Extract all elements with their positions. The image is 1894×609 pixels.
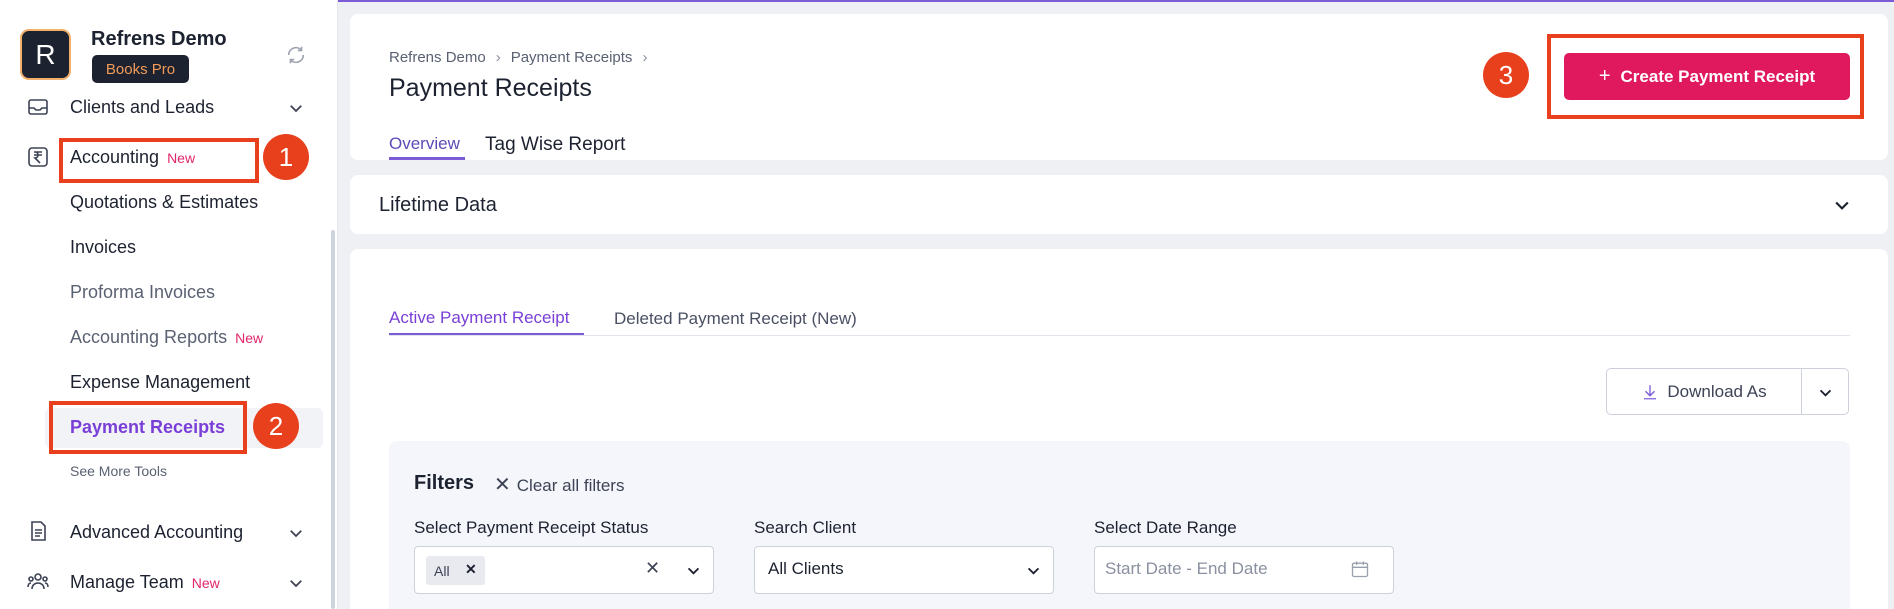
team-icon [27, 573, 49, 590]
org-avatar[interactable]: R [20, 29, 71, 80]
download-icon [1644, 384, 1657, 399]
document-icon [31, 521, 46, 541]
sidebar-item-accounting-reports[interactable]: Accounting Reports New [70, 327, 263, 348]
button-label: Clear all filters [516, 476, 625, 495]
sidebar-item-invoices[interactable]: Invoices [70, 237, 136, 258]
filters-title: Filters [414, 472, 475, 494]
chevron-down-icon[interactable] [287, 99, 305, 117]
breadcrumb-item[interactable]: Refrens Demo [389, 49, 486, 66]
date-range-placeholder: Start Date - End Date [1105, 559, 1268, 578]
breadcrumb-separator-icon: › [495, 49, 501, 66]
calendar-icon[interactable] [1350, 559, 1370, 579]
remove-chip-icon[interactable]: ✕ [465, 561, 477, 578]
highlight-box-create-button [1547, 34, 1864, 119]
status-filter-label: Select Payment Receipt Status [414, 518, 649, 537]
plan-badge: Books Pro [92, 55, 189, 83]
clear-all-filters-button[interactable]: ✕ Clear all filters [494, 472, 624, 497]
tab-tag-wise-report[interactable]: Tag Wise Report [485, 134, 625, 156]
see-more-tools-link[interactable]: See More Tools [70, 463, 167, 479]
chevron-down-icon[interactable] [1025, 562, 1042, 579]
sidebar-item-proforma-invoices[interactable]: Proforma Invoices [70, 282, 215, 303]
sync-icon[interactable] [285, 44, 307, 66]
date-range-label: Select Date Range [1094, 518, 1237, 537]
clear-select-icon[interactable]: ✕ [645, 558, 660, 579]
chevron-down-icon [1819, 389, 1832, 397]
sidebar-item-label: Accounting Reports [70, 327, 228, 347]
rupee-icon [28, 147, 48, 167]
tab-active-indicator [389, 157, 465, 160]
lifetime-data-label: Lifetime Data [379, 194, 497, 216]
close-icon: ✕ [494, 474, 511, 496]
tab-overview[interactable]: Overview [389, 134, 460, 154]
breadcrumb-item[interactable]: Payment Receipts [511, 49, 633, 66]
page-title: Payment Receipts [389, 74, 592, 102]
tab-active-payment-receipt[interactable]: Active Payment Receipt [389, 308, 569, 328]
sidebar-item-label: Manage Team [70, 572, 184, 592]
breadcrumb: Refrens Demo › Payment Receipts › [389, 49, 657, 66]
new-badge: New [235, 330, 264, 346]
download-as-button[interactable]: Download As [1606, 368, 1802, 415]
tab-active-indicator [389, 333, 584, 335]
org-name: Refrens Demo [91, 28, 227, 50]
step-number-badge: 3 [1483, 52, 1529, 98]
highlight-box-payment-receipts [49, 401, 247, 454]
download-options-dropdown[interactable] [1801, 368, 1849, 415]
sidebar-item-expense-management[interactable]: Expense Management [70, 372, 250, 393]
chevron-down-icon[interactable] [685, 562, 702, 579]
breadcrumb-separator-icon: › [642, 49, 648, 66]
sidebar-item-advanced-accounting[interactable]: Advanced Accounting [70, 522, 243, 543]
sidebar-item-quotations[interactable]: Quotations & Estimates [70, 192, 258, 213]
tabs-divider [389, 335, 1850, 336]
lifetime-data-card[interactable] [350, 175, 1888, 234]
step-number-badge: 1 [263, 134, 309, 180]
button-label: Download As [1667, 381, 1767, 401]
chevron-down-icon[interactable] [1832, 195, 1852, 215]
new-badge: New [191, 575, 220, 591]
sidebar-scrollbar[interactable] [331, 230, 335, 609]
highlight-box-accounting [59, 138, 259, 183]
chevron-down-icon[interactable] [287, 524, 305, 542]
inbox-icon [28, 99, 48, 115]
client-select-value: All Clients [768, 559, 844, 578]
sidebar-item-clients-leads[interactable]: Clients and Leads [70, 97, 214, 118]
chevron-down-icon[interactable] [287, 574, 305, 592]
step-number-badge: 2 [253, 403, 299, 449]
tab-deleted-payment-receipt[interactable]: Deleted Payment Receipt (New) [614, 309, 857, 329]
client-filter-label: Search Client [754, 518, 857, 537]
sidebar: R Refrens Demo Books Pro Clients and Lea… [0, 0, 338, 609]
sidebar-item-manage-team[interactable]: Manage Team New [70, 572, 220, 593]
